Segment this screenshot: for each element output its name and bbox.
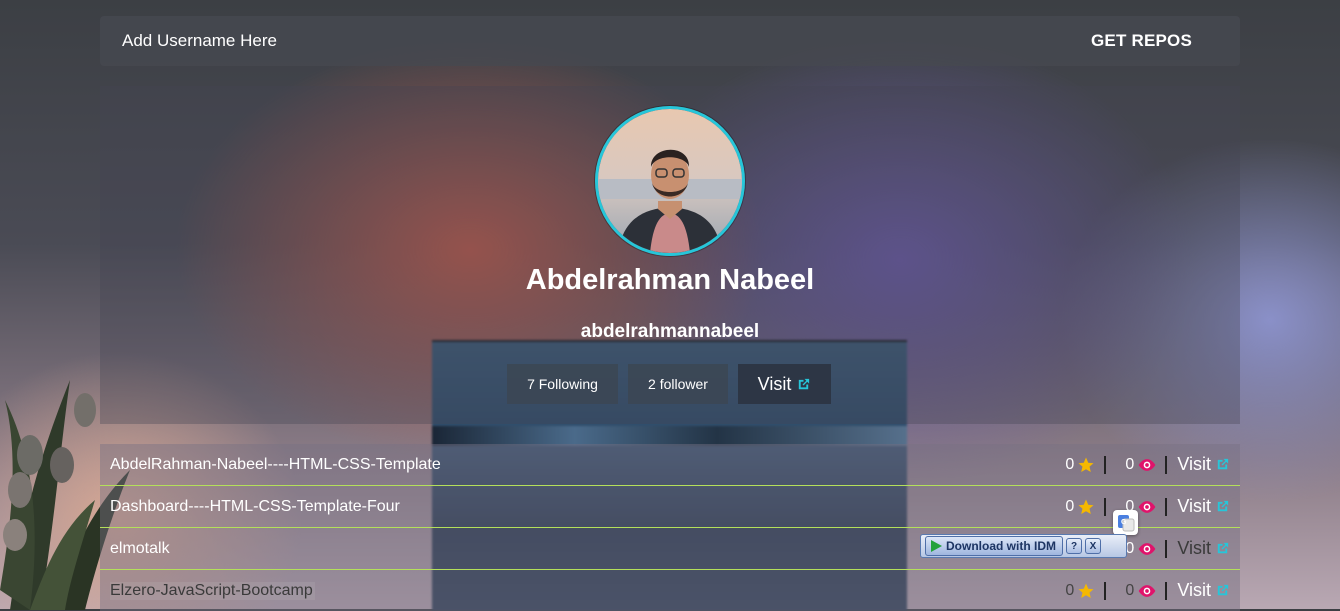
star-icon (1078, 457, 1094, 472)
profile-visit-button[interactable]: Visit (738, 364, 831, 404)
repo-visit-link[interactable]: Visit (1177, 580, 1230, 601)
eye-icon (1138, 584, 1156, 597)
divider (1104, 455, 1107, 474)
repo-visit-link[interactable]: Visit (1177, 496, 1230, 517)
external-link-icon (1217, 542, 1229, 554)
repo-name: elmotalk (110, 539, 170, 557)
username-input[interactable] (120, 25, 724, 57)
repo-visit-label: Visit (1177, 538, 1211, 558)
star-icon (1078, 583, 1094, 598)
star-count: 0 (1065, 581, 1075, 599)
star-count: 0 (1065, 497, 1075, 515)
external-link-icon (1217, 500, 1229, 512)
divider (1165, 455, 1168, 474)
repo-name: AbdelRahman-Nabeel----HTML-CSS-Template (110, 455, 441, 473)
google-translate-icon: G (1117, 514, 1134, 531)
repo-visit-label: Visit (1177, 454, 1211, 474)
star-count: 0 (1065, 455, 1075, 473)
external-link-icon (1217, 458, 1229, 470)
star-icon (1078, 499, 1094, 514)
repo-visit-link[interactable]: Visit (1177, 538, 1230, 559)
divider (1165, 497, 1168, 516)
divider (1165, 539, 1168, 558)
external-link-icon (1217, 584, 1229, 596)
idm-download-button[interactable]: Download with IDM (925, 536, 1063, 556)
idm-close-button[interactable]: X (1085, 538, 1101, 554)
divider (1104, 497, 1107, 516)
profile-visit-label: Visit (757, 373, 792, 394)
idm-help-button[interactable]: ? (1066, 538, 1082, 554)
eye-icon (1138, 542, 1156, 555)
follower-count: 2 follower (628, 364, 728, 404)
profile-stats: 7 Following 2 follower Visit (507, 364, 831, 404)
eye-icon (1138, 458, 1156, 471)
repo-list: AbdelRahman-Nabeel----HTML-CSS-Template … (100, 444, 1240, 611)
divider (1165, 581, 1168, 600)
profile-name: Abdelrahman Nabeel (525, 264, 815, 296)
idm-download-panel: Download with IDM ? X (920, 534, 1127, 558)
external-link-icon (799, 378, 810, 389)
search-bar: GET REPOS (100, 16, 1240, 66)
svg-text:G: G (1121, 519, 1127, 526)
repo-name: Elzero-JavaScript-Bootcamp (110, 581, 315, 600)
avatar (595, 106, 745, 256)
profile-login: abdelrahmannabeel (580, 321, 760, 342)
repo-row: Dashboard----HTML-CSS-Template-Four 0 0 … (100, 486, 1240, 528)
repo-row: Elzero-JavaScript-Bootcamp 0 0 Visit (100, 570, 1240, 611)
repo-visit-label: Visit (1177, 580, 1211, 600)
following-count: 7 Following (507, 364, 618, 404)
eye-icon (1138, 500, 1156, 513)
divider (1104, 581, 1107, 600)
repo-name: Dashboard----HTML-CSS-Template-Four (110, 497, 400, 515)
idm-download-label: Download with IDM (946, 539, 1056, 553)
repo-row: AbdelRahman-Nabeel----HTML-CSS-Template … (100, 444, 1240, 486)
profile-card: Abdelrahman Nabeel abdelrahmannabeel 7 F… (100, 86, 1240, 424)
repo-visit-link[interactable]: Visit (1177, 454, 1230, 475)
get-repos-button[interactable]: GET REPOS (1091, 31, 1192, 51)
google-translate-button[interactable]: G (1113, 510, 1138, 535)
play-icon (931, 540, 942, 552)
repo-visit-label: Visit (1177, 496, 1211, 516)
watcher-count: 0 (1125, 455, 1135, 473)
watcher-count: 0 (1125, 581, 1135, 599)
